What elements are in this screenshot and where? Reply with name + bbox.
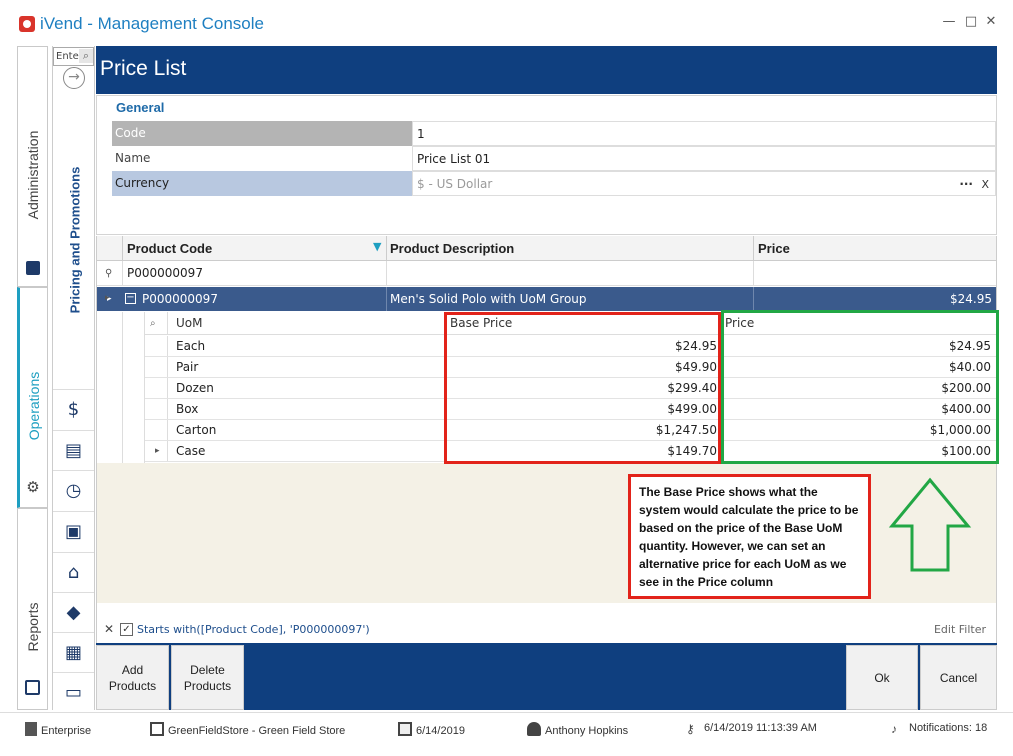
module-tab-administration[interactable]: Administration xyxy=(17,46,48,287)
filter-product-code-input[interactable]: P000000097 xyxy=(127,261,367,285)
currency-field[interactable]: $ - US Dollar ··· X xyxy=(412,171,996,196)
bell-icon: ♪ xyxy=(891,722,897,736)
page-header xyxy=(96,46,997,94)
column-header-product-code[interactable]: Product Code xyxy=(127,236,367,260)
collapse-icon[interactable]: − xyxy=(125,293,136,304)
status-user: Anthony Hopkins xyxy=(527,722,628,737)
delete-products-button[interactable]: Delete Products xyxy=(171,645,244,710)
module-tab-label: Reports xyxy=(24,602,41,652)
filter-text: Starts with([Product Code], 'P000000097'… xyxy=(137,623,370,636)
grid-filter-row: ⚲ P000000097 xyxy=(97,261,996,286)
module-tab-label: Administration xyxy=(24,130,41,220)
name-field[interactable]: Price List 01 xyxy=(412,146,996,171)
filter-icon[interactable]: ▼ xyxy=(373,234,381,259)
cell-price: $24.95 xyxy=(950,292,992,306)
price-highlight xyxy=(721,310,999,464)
id-card-icon xyxy=(26,261,40,275)
currency-value: $ - US Dollar xyxy=(417,177,493,191)
cash-register-icon[interactable]: ▤ xyxy=(53,430,94,470)
code-field[interactable]: 1 xyxy=(412,121,996,146)
arrow-up-icon xyxy=(888,477,972,572)
warehouse-icon[interactable]: ▦ xyxy=(53,632,94,672)
status-login-time: ⚷ 6/14/2019 11:13:39 AM xyxy=(686,722,817,736)
filter-price-input[interactable] xyxy=(758,261,994,285)
column-header-uom[interactable]: UoM xyxy=(176,312,436,334)
column-header-product-description[interactable]: Product Description xyxy=(390,236,740,260)
base-price-highlight xyxy=(444,312,721,464)
field-row-code: Code 1 xyxy=(97,121,996,146)
page-title: Price List xyxy=(100,57,187,80)
field-label: Name xyxy=(112,146,412,171)
status-store: GreenFieldStore - Green Field Store xyxy=(150,722,345,737)
search-icon[interactable]: ⌕ xyxy=(79,49,93,63)
clear-icon[interactable]: X xyxy=(981,172,989,197)
status-date: 6/14/2019 xyxy=(398,722,465,737)
gift-card-icon[interactable]: ▭ xyxy=(53,672,94,710)
store-icon xyxy=(150,722,164,736)
gear-icon: ⚙ xyxy=(26,478,40,496)
field-row-name: Name Price List 01 xyxy=(97,146,996,171)
cell-uom: Carton xyxy=(176,423,217,437)
ok-button[interactable]: Ok xyxy=(846,645,918,710)
gift-icon[interactable]: ▣ xyxy=(53,511,94,551)
arrow-right-icon[interactable]: → xyxy=(63,67,85,89)
minimize-button[interactable]: — xyxy=(941,14,957,30)
column-header-price[interactable]: Price xyxy=(758,236,958,260)
module-tab-reports[interactable]: Reports xyxy=(17,508,48,710)
status-level: Enterprise xyxy=(25,722,91,737)
cell-uom: Each xyxy=(176,339,206,353)
module-tab-label: Operations xyxy=(25,371,42,441)
expand-row-icon[interactable]: ▸ xyxy=(105,293,110,303)
cell-uom: Dozen xyxy=(176,381,214,395)
field-label: Code xyxy=(112,121,412,146)
clock-icon[interactable]: ◷ xyxy=(53,470,94,510)
cell-product-description: Men's Solid Polo with UoM Group xyxy=(390,292,587,306)
field-row-currency: Currency $ - US Dollar ··· X xyxy=(97,171,996,196)
price-tag-money-icon[interactable]: $ xyxy=(53,389,94,429)
cell-uom: Pair xyxy=(176,360,199,374)
clear-filter-icon[interactable]: ✕ xyxy=(104,617,114,642)
row-indicator-icon: ▸ xyxy=(155,446,160,456)
report-icon xyxy=(25,680,40,695)
cell-uom: Case xyxy=(176,444,206,458)
filter-row-icon: ⚲ xyxy=(105,268,113,279)
general-section-title: General xyxy=(116,100,165,115)
nav-section-pricing[interactable]: Pricing and Promotions xyxy=(66,100,84,380)
edit-filter-link[interactable]: Edit Filter xyxy=(934,617,986,642)
add-products-button[interactable]: Add Products xyxy=(96,645,169,710)
annotation-callout: The Base Price shows what the system wou… xyxy=(628,474,871,599)
tag-icon[interactable]: ◆ xyxy=(53,592,94,632)
app-logo-icon xyxy=(19,16,35,32)
module-tabs: Administration Operations ⚙ Reports xyxy=(17,46,48,710)
key-icon: ⚷ xyxy=(686,722,695,736)
cell-uom: Box xyxy=(176,402,199,416)
module-tab-operations[interactable]: Operations ⚙ xyxy=(17,287,48,508)
more-icon[interactable]: ··· xyxy=(959,172,973,197)
maximize-button[interactable]: □ xyxy=(963,14,979,30)
field-label: Currency xyxy=(112,171,412,196)
user-icon xyxy=(527,722,541,736)
store-icon[interactable]: ⌂ xyxy=(53,552,94,592)
grid-header: Product Code ▼ Product Description Price xyxy=(97,236,996,261)
building-icon xyxy=(25,722,37,736)
close-button[interactable]: ✕ xyxy=(983,14,999,30)
cancel-button[interactable]: Cancel xyxy=(920,645,997,710)
cell-product-code: P000000097 xyxy=(142,292,218,306)
search-icon[interactable]: ⌕ xyxy=(150,312,156,335)
table-row[interactable]: ▸ − P000000097 Men's Solid Polo with UoM… xyxy=(97,287,996,311)
filter-description-input[interactable] xyxy=(390,261,740,285)
calendar-icon xyxy=(398,722,412,736)
status-notifications[interactable]: ♪ Notifications: 18 xyxy=(891,722,987,736)
filter-bar: ✕ ✓ Starts with([Product Code], 'P000000… xyxy=(97,617,996,642)
filter-enabled-checkbox[interactable]: ✓ xyxy=(120,623,133,636)
window-title: iVend - Management Console xyxy=(40,14,264,33)
